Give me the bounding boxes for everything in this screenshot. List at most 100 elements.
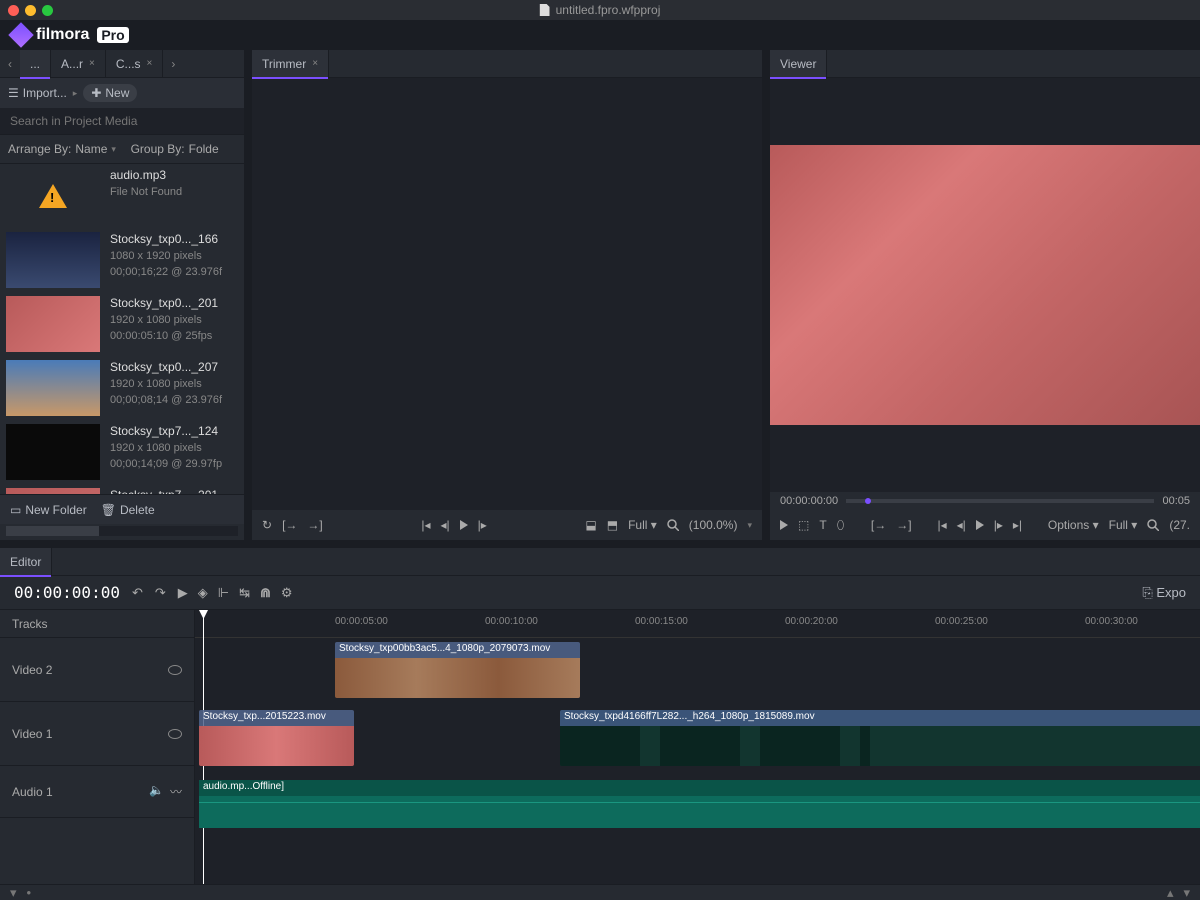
- zoom-out-icon[interactable]: ▾: [10, 885, 17, 900]
- media-tab-1[interactable]: A...r×: [51, 50, 106, 78]
- editor-timecode[interactable]: 00:00:00:00: [14, 583, 120, 602]
- import-button[interactable]: ☰ Import...: [8, 86, 67, 100]
- collapse-up-icon[interactable]: ▴: [1167, 885, 1174, 900]
- waveform-icon[interactable]: 〰: [170, 783, 182, 800]
- arrange-by-value[interactable]: Name: [75, 142, 107, 156]
- media-item[interactable]: audio.mp3 File Not Found: [0, 164, 244, 228]
- clip-video2[interactable]: Stocksy_txp00bb3ac5...4_1080p_2079073.mo…: [335, 642, 580, 698]
- tab-scroll-right[interactable]: ›: [163, 57, 183, 71]
- play-button[interactable]: [780, 520, 788, 530]
- step-back-icon[interactable]: ◂|: [441, 518, 450, 532]
- visibility-icon[interactable]: [168, 665, 182, 675]
- play-button-center[interactable]: [976, 520, 984, 530]
- chevron-down-icon[interactable]: ▾: [111, 144, 116, 155]
- group-by-value[interactable]: Folde: [189, 142, 219, 156]
- new-button[interactable]: ✚ New: [83, 84, 137, 102]
- tab-scroll-left[interactable]: ‹: [0, 57, 20, 71]
- viewer-timecode[interactable]: 00:00:00:00: [780, 495, 838, 507]
- export-button[interactable]: ⎘ Expo: [1142, 585, 1186, 601]
- scale-dropdown[interactable]: Full ▾: [1109, 518, 1138, 532]
- trimmer-tab[interactable]: Trimmer×: [252, 50, 329, 78]
- magnet-icon[interactable]: ⋒: [260, 585, 271, 601]
- zoom-slider-dot[interactable]: •: [27, 885, 32, 900]
- window-titlebar: untitled.fpro.wfpproj: [0, 0, 1200, 20]
- zoom-value[interactable]: (27.: [1169, 518, 1190, 532]
- new-folder-button[interactable]: ▭ New Folder: [10, 503, 87, 517]
- media-dimensions: 1920 x 1080 pixels: [110, 442, 222, 454]
- go-start-icon[interactable]: |◂: [937, 518, 946, 532]
- clip-audio1[interactable]: audio.mp...Offline]: [199, 780, 1200, 828]
- ruler-mark: 00:00:15:00: [635, 616, 688, 627]
- delete-button[interactable]: 🗑 Delete: [101, 503, 155, 517]
- media-name: audio.mp3: [110, 168, 182, 182]
- media-item[interactable]: Stocksy_txp7..._124 1920 x 1080 pixels 0…: [0, 420, 244, 484]
- options-dropdown[interactable]: Options ▾: [1048, 518, 1099, 532]
- clip-video1b[interactable]: Stocksy_txpd4166ff7L282..._h264_1080p_18…: [560, 710, 1200, 766]
- time-ruler[interactable]: 00:00:05:00 00:00:10:00 00:00:15:00 00:0…: [195, 610, 1200, 638]
- media-dimensions: 1920 x 1080 pixels: [110, 314, 218, 326]
- zoom-icon[interactable]: [1147, 519, 1159, 531]
- loop-icon[interactable]: ↻: [262, 518, 272, 532]
- step-fwd-icon[interactable]: |▸: [994, 518, 1003, 532]
- step-back-icon[interactable]: ◂|: [957, 518, 966, 532]
- app-logo-icon: [8, 22, 33, 47]
- prev-frame-icon[interactable]: |◂: [421, 518, 430, 532]
- in-point-icon[interactable]: [→: [282, 518, 297, 532]
- track-video2[interactable]: Video 2: [0, 638, 194, 702]
- media-tab-0[interactable]: ...: [20, 50, 51, 78]
- track-name: Video 1: [12, 727, 52, 741]
- maximize-window-button[interactable]: [42, 5, 53, 16]
- zoom-value[interactable]: (100.0%): [689, 518, 738, 532]
- go-end-icon[interactable]: ▸|: [1013, 518, 1022, 532]
- transform-icon[interactable]: ⬚: [798, 518, 809, 532]
- out-point-icon[interactable]: →]: [307, 518, 322, 532]
- scale-dropdown[interactable]: Full ▾: [628, 518, 657, 532]
- ripple-tool-icon[interactable]: ⊩: [218, 585, 229, 601]
- play-button[interactable]: [460, 520, 468, 530]
- track-area[interactable]: 00:00:05:00 00:00:10:00 00:00:15:00 00:0…: [195, 610, 1200, 884]
- media-item[interactable]: Stocksy_txp0..._207 1920 x 1080 pixels 0…: [0, 356, 244, 420]
- insert-icon[interactable]: ⬓: [585, 518, 596, 532]
- media-item[interactable]: Stocksy_txp0..._201 1920 x 1080 pixels 0…: [0, 292, 244, 356]
- overwrite-icon[interactable]: ⬒: [607, 518, 618, 532]
- minimize-window-button[interactable]: [25, 5, 36, 16]
- search-input[interactable]: [0, 108, 244, 134]
- select-tool-icon[interactable]: ▶: [178, 585, 188, 601]
- media-duration: 00;00;16;22 @ 23.976f: [110, 266, 222, 278]
- viewer-preview[interactable]: [770, 78, 1200, 492]
- media-tab-2[interactable]: C...s×: [106, 50, 164, 78]
- media-list[interactable]: audio.mp3 File Not Found Stocksy_txp0...…: [0, 164, 244, 494]
- group-by-label: Group By:: [131, 142, 185, 156]
- track-video1[interactable]: Video 1: [0, 702, 194, 766]
- track-audio1[interactable]: Audio 1 🔈〰: [0, 766, 194, 818]
- clip-video1a[interactable]: Stocksy_txp...2015223.mov: [199, 710, 354, 766]
- media-item[interactable]: Stocksy_txp0..._166 1080 x 1920 pixels 0…: [0, 228, 244, 292]
- horizontal-scrollbar[interactable]: [6, 526, 238, 536]
- redo-icon[interactable]: ↷: [155, 585, 166, 601]
- media-item[interactable]: Stocksy_txp7..._201: [0, 484, 244, 494]
- chevron-right-icon[interactable]: ▸: [73, 88, 78, 99]
- chevron-down-icon[interactable]: ▾: [747, 520, 752, 531]
- undo-icon[interactable]: ↶: [132, 585, 143, 601]
- collapse-down-icon[interactable]: ▾: [1183, 885, 1190, 900]
- step-fwd-icon[interactable]: |▸: [478, 518, 487, 532]
- close-window-button[interactable]: [8, 5, 19, 16]
- out-point-icon[interactable]: →]: [896, 518, 911, 532]
- slip-tool-icon[interactable]: ↹: [239, 585, 250, 601]
- zoom-icon[interactable]: [667, 519, 679, 531]
- visibility-icon[interactable]: [168, 729, 182, 739]
- in-point-icon[interactable]: [→: [871, 518, 886, 532]
- editor-tab[interactable]: Editor: [0, 548, 52, 576]
- scrub-slider[interactable]: [846, 499, 1154, 503]
- viewer-tab[interactable]: Viewer: [770, 50, 827, 78]
- mask-icon[interactable]: ⬯: [837, 518, 845, 533]
- track-labels: Tracks Video 2 Video 1 Audio 1 🔈〰: [0, 610, 195, 884]
- trimmer-preview[interactable]: [252, 78, 762, 510]
- mute-icon[interactable]: 🔈: [149, 783, 164, 800]
- snap-tool-icon[interactable]: ◈: [198, 585, 208, 601]
- close-icon[interactable]: ×: [312, 58, 318, 69]
- close-icon[interactable]: ×: [147, 58, 153, 69]
- settings-icon[interactable]: ⚙: [281, 585, 293, 601]
- close-icon[interactable]: ×: [89, 58, 95, 69]
- text-icon[interactable]: T: [819, 518, 826, 532]
